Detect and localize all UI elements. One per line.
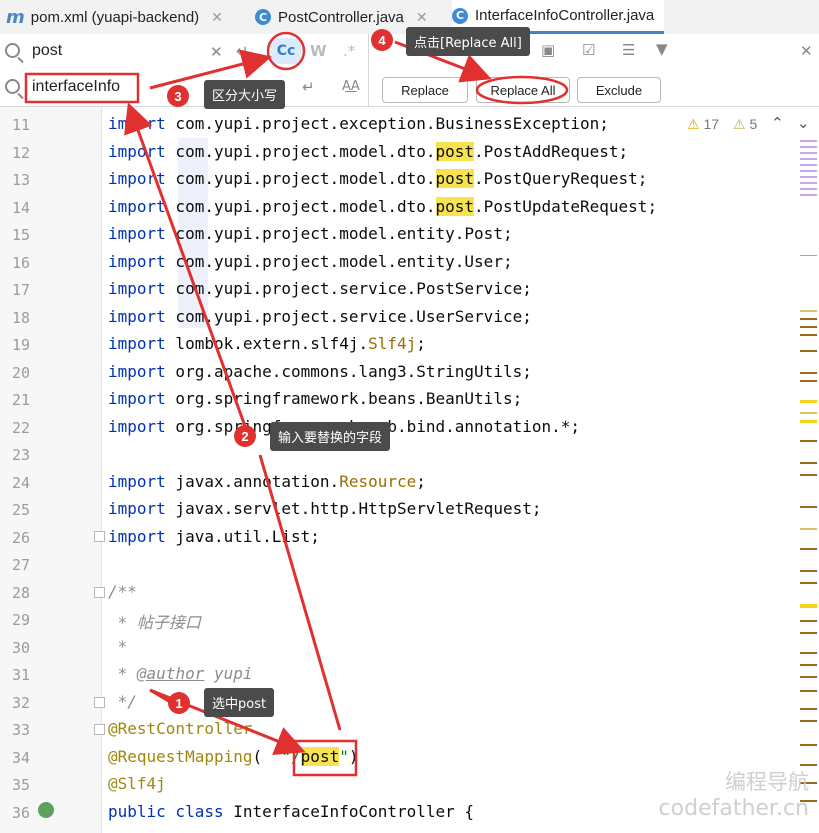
callout-badge-1: 1 [168, 692, 190, 714]
callout-tip-4: 点击[Replace All] [406, 27, 530, 56]
post-highlight [292, 739, 358, 777]
callout-tip-1: 选中post [204, 688, 275, 717]
callout-badge-2: 2 [234, 425, 256, 447]
arrow-2a [124, 102, 252, 441]
watermark-url: codefather.cn [658, 796, 809, 821]
callout-badge-3: 3 [167, 85, 189, 107]
callout-tip-3: 区分大小写 [204, 80, 286, 109]
replace-all-highlight [475, 75, 569, 105]
callout-badge-4: 4 [371, 29, 393, 51]
annotation-overlay [24, 31, 569, 777]
watermark-title: 编程导航 [725, 770, 809, 794]
replace-field-highlight [24, 72, 140, 104]
callout-tip-2: 输入要替换的字段 [270, 422, 391, 451]
match-case-highlight [266, 31, 306, 71]
